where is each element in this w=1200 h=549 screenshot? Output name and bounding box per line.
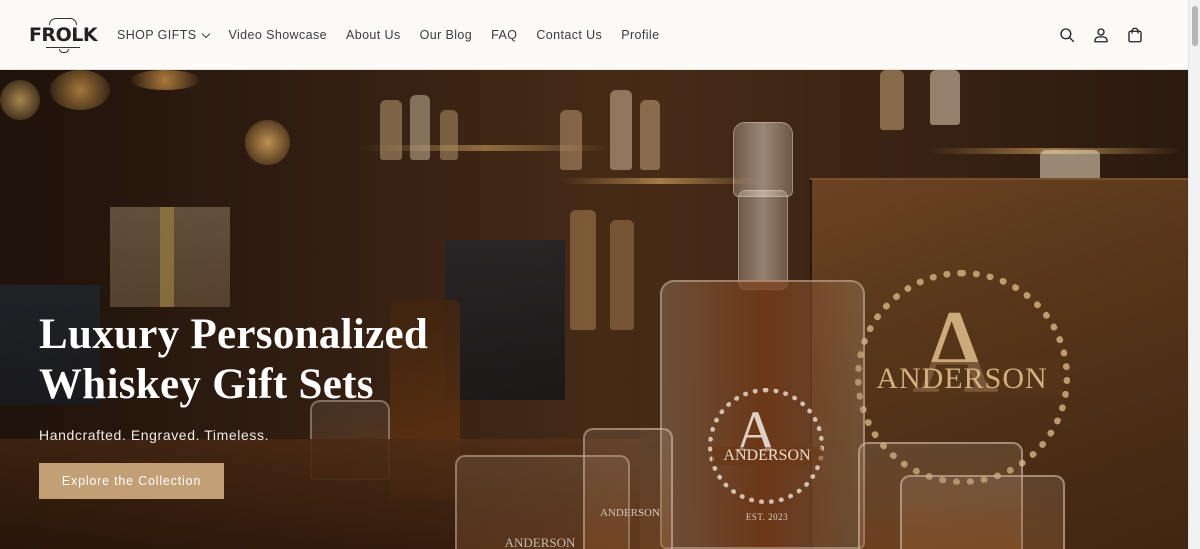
hero-banner: A ANDERSON A ANDERSON EST. 2023 ANDERSON… [0,70,1188,549]
header-icons [1046,22,1148,48]
background-bottle [640,100,660,170]
hero-subtitle: Handcrafted. Engraved. Timeless. [39,427,270,443]
nav-contact-us[interactable]: Contact Us [536,28,602,42]
nav-about-us[interactable]: About Us [346,28,401,42]
main-nav: SHOP GIFTS Video Showcase About Us Our B… [117,0,678,70]
box-engraved-name: ANDERSON [862,362,1062,396]
background-bottle [1040,150,1100,180]
logo-text: FROLK [28,23,98,46]
brand-logo[interactable]: FROLK [29,14,98,56]
nav-contact-us-label: Contact Us [536,28,603,42]
page-scrollbar[interactable] [1188,0,1200,549]
nav-video-showcase-label: Video Showcase [228,28,327,42]
background-bottle [930,70,960,125]
nav-shop-gifts-label: SHOP GIFTS [117,28,197,42]
decanter-neck [738,190,788,290]
decanter-stopper [733,122,793,197]
nav-faq[interactable]: FAQ [491,28,517,42]
account-icon [1094,28,1108,43]
hero-title-line-1: Luxury Personalized [39,311,429,358]
nav-faq-label: FAQ [491,28,518,42]
nav-profile-label: Profile [621,28,660,42]
nav-shop-gifts[interactable]: SHOP GIFTS [117,28,211,42]
decanter-engraved-est: EST. 2023 [745,512,789,522]
site-header: FROLK SHOP GIFTS Video Showcase About Us… [0,0,1188,70]
cart-button[interactable] [1122,22,1148,48]
hero-title: Luxury Personalized Whiskey Gift Sets [39,310,599,410]
logo-underline [46,46,80,53]
nav-our-blog[interactable]: Our Blog [420,28,473,42]
decanter-engraved-name: ANDERSON [712,447,822,465]
nav-profile[interactable]: Profile [621,28,659,42]
whiskey-glass [900,475,1065,549]
chevron-down-icon [202,29,211,38]
background-bottle [880,70,904,130]
nav-our-blog-label: Our Blog [419,28,473,42]
hero-title-line-2: Whiskey Gift Sets [39,361,374,408]
explore-collection-button[interactable]: Explore the Collection [39,463,224,499]
cart-icon [1128,27,1142,43]
account-button[interactable] [1088,22,1114,48]
scrollbar-thumb[interactable] [1192,6,1198,46]
search-icon [1060,28,1075,43]
search-button[interactable] [1054,22,1080,48]
nav-about-us-label: About Us [345,28,401,42]
nav-video-showcase[interactable]: Video Showcase [228,28,327,42]
